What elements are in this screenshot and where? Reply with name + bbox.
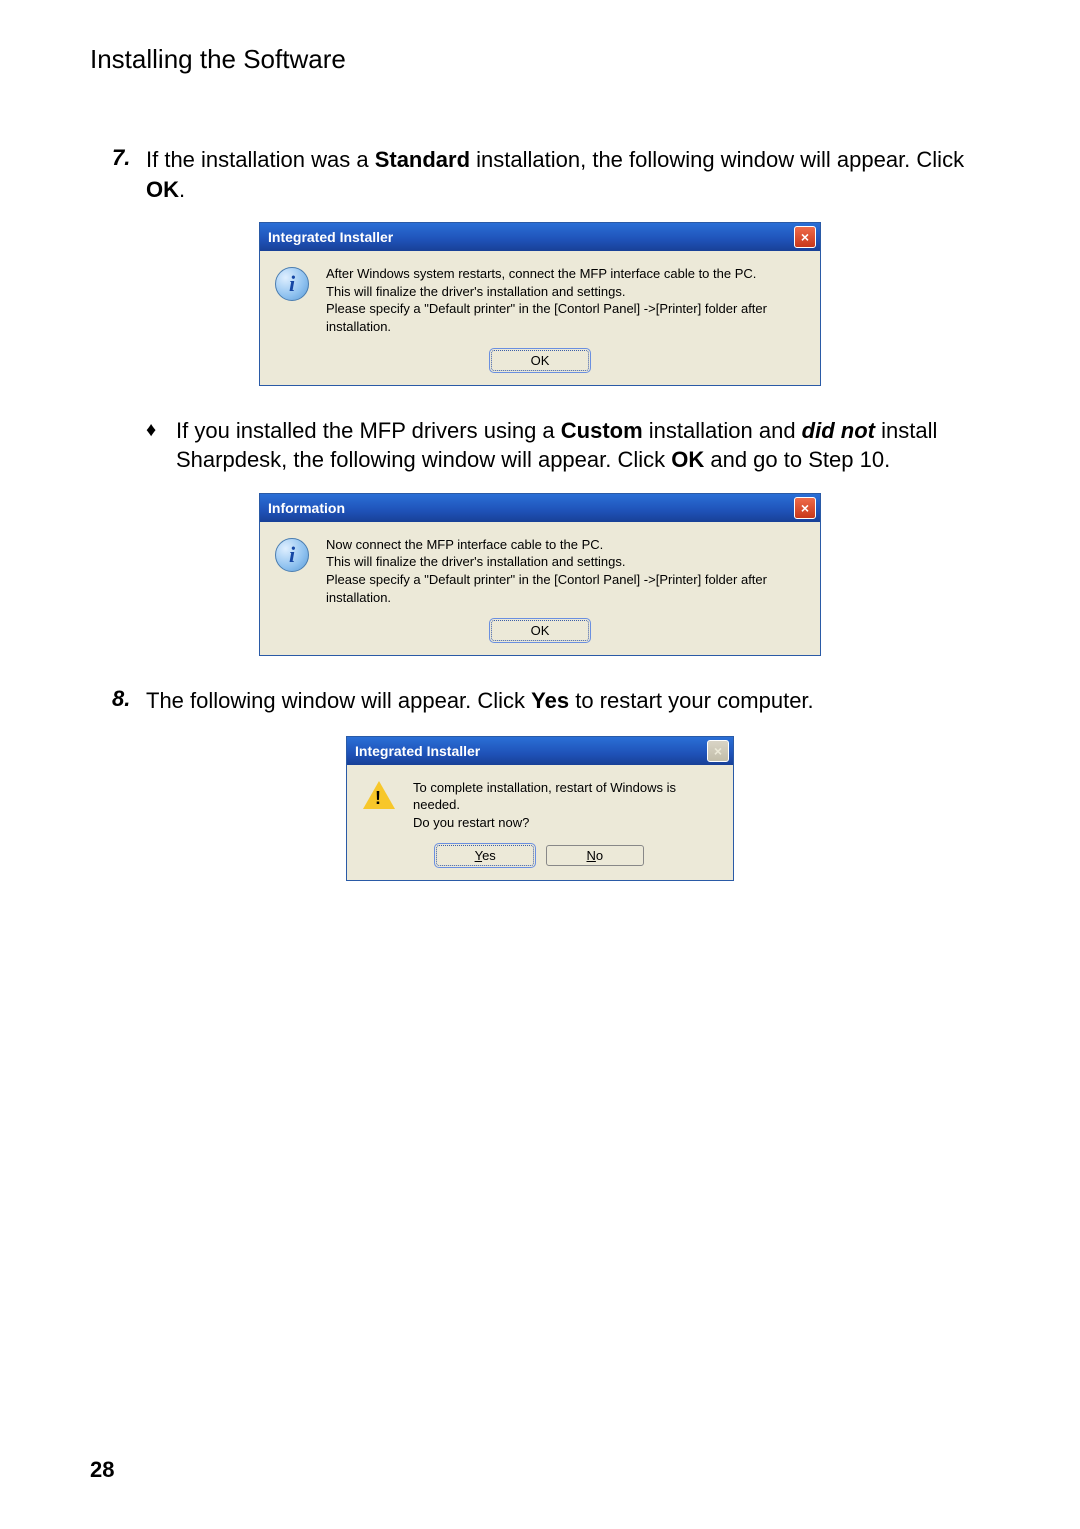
dialog3-titlebar: Integrated Installer × [347, 737, 733, 765]
dialog1-message: After Windows system restarts, connect t… [310, 265, 806, 335]
no-button[interactable]: No [546, 845, 644, 866]
close-icon[interactable]: × [794, 226, 816, 248]
page-heading: Installing the Software [90, 44, 990, 75]
yes-underline: Y [475, 848, 482, 863]
dialog3-line2: Do you restart now? [413, 814, 719, 832]
info-icon: i [274, 536, 310, 606]
dialog2-title: Information [268, 500, 794, 516]
step-7-number: 7. [112, 145, 146, 204]
yes-button[interactable]: Yes [436, 845, 534, 866]
dialog-information: Information × i Now connect the MFP inte… [259, 493, 821, 656]
document-page: Installing the Software 7. If the instal… [0, 0, 1080, 1529]
bullet-g: and go to Step 10. [704, 447, 890, 472]
dialog1-body: i After Windows system restarts, connect… [260, 251, 820, 343]
dialog-integrated-installer-1: Integrated Installer × i After Windows s… [259, 222, 821, 385]
step-7-text-c: installation, the following window will … [470, 147, 964, 172]
dialog1-line1: After Windows system restarts, connect t… [326, 265, 806, 283]
bullet-ok: OK [671, 447, 704, 472]
bullet-text: If you installed the MFP drivers using a… [176, 416, 990, 475]
bullet-didnot: did not [802, 418, 875, 443]
dialog2-line2: This will finalize the driver's installa… [326, 553, 806, 571]
warning-icon [361, 779, 397, 832]
no-underline: N [587, 848, 596, 863]
dialog1-line2: This will finalize the driver's installa… [326, 283, 806, 301]
bullet-custom-note: ♦ If you installed the MFP drivers using… [146, 416, 990, 475]
close-icon[interactable]: × [794, 497, 816, 519]
bullet-a: If you installed the MFP drivers using a [176, 418, 561, 443]
no-rest: o [596, 848, 603, 863]
ok-button[interactable]: OK [491, 350, 589, 371]
dialog3-body: To complete installation, restart of Win… [347, 765, 733, 840]
ok-button[interactable]: OK [491, 620, 589, 641]
dialog2-line1: Now connect the MFP interface cable to t… [326, 536, 806, 554]
dialog-integrated-installer-2: Integrated Installer × To complete insta… [346, 736, 734, 882]
step-8: 8. The following window will appear. Cli… [112, 686, 990, 716]
bullet-c: installation and [643, 418, 802, 443]
dialog2-actions: OK [260, 614, 820, 655]
yes-rest: es [482, 848, 496, 863]
step-7-text: If the installation was a Standard insta… [146, 145, 990, 204]
bullet-custom: Custom [561, 418, 643, 443]
step-8-text-a: The following window will appear. Click [146, 688, 531, 713]
step-7-text-a: If the installation was a [146, 147, 375, 172]
step-7-text-ok: OK [146, 177, 179, 202]
step-7-text-e: . [179, 177, 185, 202]
step-8-text-c: to restart your computer. [569, 688, 814, 713]
step-8-text-yes: Yes [531, 688, 569, 713]
bullet-mark-icon: ♦ [146, 416, 176, 475]
dialog2-titlebar: Information × [260, 494, 820, 522]
dialog1-title: Integrated Installer [268, 229, 794, 245]
step-7-text-standard: Standard [375, 147, 470, 172]
dialog3-actions: Yes No [347, 839, 733, 880]
step-8-text: The following window will appear. Click … [146, 686, 814, 716]
dialog2-line3: Please specify a "Default printer" in th… [326, 571, 806, 606]
dialog2-body: i Now connect the MFP interface cable to… [260, 522, 820, 614]
page-number: 28 [90, 1457, 114, 1483]
dialog1-titlebar: Integrated Installer × [260, 223, 820, 251]
dialog3-line1: To complete installation, restart of Win… [413, 779, 719, 814]
dialog2-message: Now connect the MFP interface cable to t… [310, 536, 806, 606]
step-8-number: 8. [112, 686, 146, 716]
step-7: 7. If the installation was a Standard in… [112, 145, 990, 204]
dialog3-title: Integrated Installer [355, 743, 707, 759]
info-icon: i [274, 265, 310, 335]
dialog1-line3: Please specify a "Default printer" in th… [326, 300, 806, 335]
dialog3-message: To complete installation, restart of Win… [397, 779, 719, 832]
close-icon: × [707, 740, 729, 762]
dialog1-actions: OK [260, 344, 820, 385]
